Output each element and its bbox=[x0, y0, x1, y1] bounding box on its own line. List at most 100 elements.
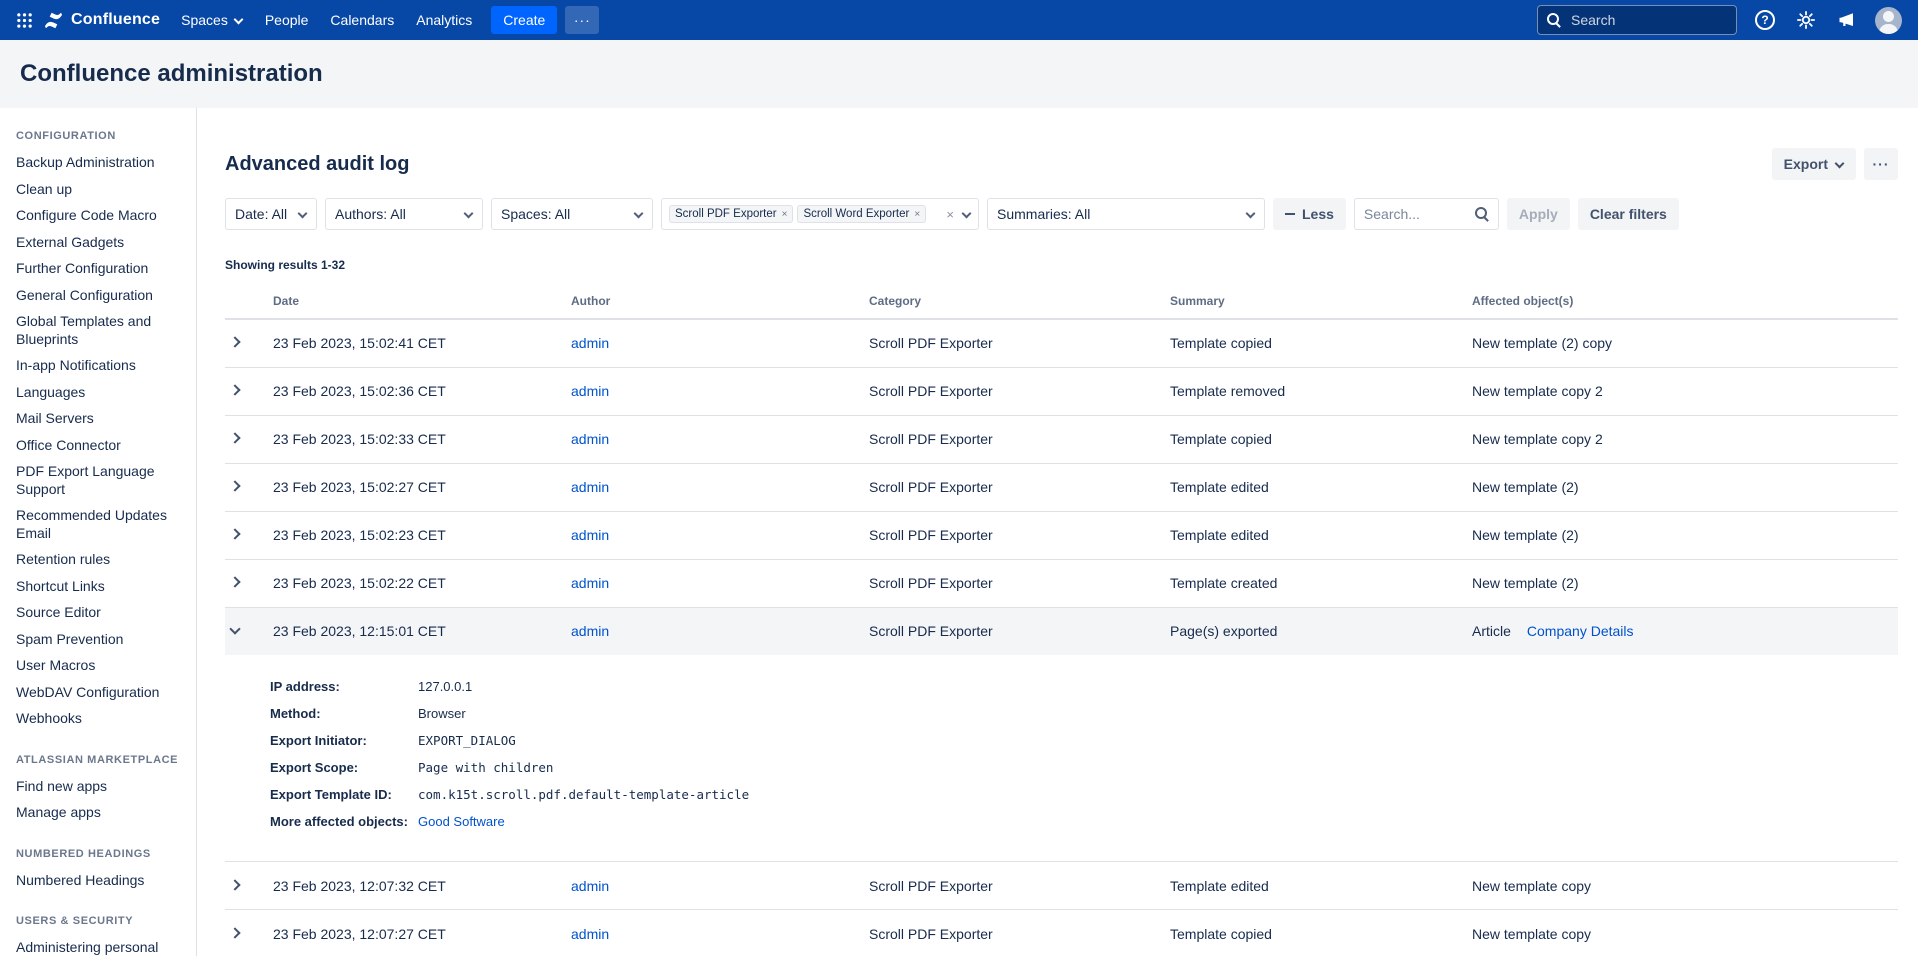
sidebar-item[interactable]: External Gadgets bbox=[16, 234, 182, 252]
author-link[interactable]: admin bbox=[571, 575, 609, 591]
expand-row-icon[interactable] bbox=[230, 529, 241, 540]
sidebar-item[interactable]: Further Configuration bbox=[16, 260, 182, 278]
announcements-icon[interactable] bbox=[1834, 7, 1860, 33]
sidebar-item[interactable]: Retention rules bbox=[16, 551, 182, 569]
author-link[interactable]: admin bbox=[571, 623, 609, 639]
date-filter[interactable]: Date: All bbox=[225, 198, 317, 230]
chevron-down-icon bbox=[634, 210, 643, 219]
cell-date: 23 Feb 2023, 15:02:36 CET bbox=[273, 367, 571, 415]
nav-item-analytics[interactable]: Analytics bbox=[405, 0, 483, 40]
author-link[interactable]: admin bbox=[571, 383, 609, 399]
sidebar-item[interactable]: Languages bbox=[16, 384, 182, 402]
export-button[interactable]: Export bbox=[1772, 148, 1856, 180]
nav-item-spaces[interactable]: Spaces bbox=[170, 0, 254, 40]
author-link[interactable]: admin bbox=[571, 878, 609, 894]
column-header: Author bbox=[571, 284, 869, 319]
cell-date: 23 Feb 2023, 12:07:32 CET bbox=[273, 862, 571, 910]
sidebar-item[interactable]: Find new apps bbox=[16, 778, 182, 796]
section-title: Advanced audit log bbox=[225, 153, 409, 176]
nav-search[interactable] bbox=[1537, 5, 1737, 35]
column-header-expand bbox=[225, 284, 273, 319]
clear-selection-icon[interactable]: × bbox=[946, 208, 954, 221]
expand-row-icon[interactable] bbox=[230, 481, 241, 492]
authors-filter[interactable]: Authors: All bbox=[325, 198, 483, 230]
expand-row-icon[interactable] bbox=[230, 337, 241, 348]
collapse-row-icon[interactable] bbox=[230, 625, 241, 636]
cell-category: Scroll PDF Exporter bbox=[869, 463, 1170, 511]
clear-filters-button[interactable]: Clear filters bbox=[1578, 198, 1679, 230]
sidebar-item[interactable]: Webhooks bbox=[16, 710, 182, 728]
help-icon[interactable]: ? bbox=[1752, 7, 1778, 33]
cell-category: Scroll PDF Exporter bbox=[869, 319, 1170, 367]
author-link[interactable]: admin bbox=[571, 479, 609, 495]
apply-button[interactable]: Apply bbox=[1507, 198, 1570, 230]
cell-summary: Template copied bbox=[1170, 319, 1472, 367]
cell-category: Scroll PDF Exporter bbox=[869, 862, 1170, 910]
more-affected-object-link[interactable]: Good Software bbox=[418, 814, 505, 829]
chevron-down-icon bbox=[298, 210, 307, 219]
cell-expand bbox=[225, 319, 273, 367]
author-link[interactable]: admin bbox=[571, 926, 609, 942]
sidebar-item[interactable]: In-app Notifications bbox=[16, 357, 182, 375]
app-switcher-icon[interactable] bbox=[10, 6, 39, 35]
cell-date: 23 Feb 2023, 15:02:27 CET bbox=[273, 463, 571, 511]
less-button[interactable]: Less bbox=[1273, 198, 1346, 230]
sidebar-section-heading: ATLASSIAN MARKETPLACE bbox=[16, 754, 182, 766]
expand-row-icon[interactable] bbox=[230, 385, 241, 396]
table-row: 23 Feb 2023, 15:02:36 CETadmin Scroll PDF… bbox=[225, 367, 1898, 415]
create-button[interactable]: Create bbox=[491, 6, 557, 34]
header-actions: Export ··· bbox=[1772, 148, 1898, 180]
affected-object-link[interactable]: Company Details bbox=[1527, 623, 1634, 639]
filter-tag: Scroll PDF Exporter× bbox=[669, 205, 793, 223]
sidebar-item[interactable]: Spam Prevention bbox=[16, 631, 182, 649]
categories-filter[interactable]: Scroll PDF Exporter×Scroll Word Exporter… bbox=[661, 198, 979, 230]
cell-category: Scroll PDF Exporter bbox=[869, 367, 1170, 415]
avatar[interactable] bbox=[1875, 7, 1902, 34]
sidebar-item[interactable]: PDF Export Language Support bbox=[16, 463, 182, 498]
cell-author: admin bbox=[571, 559, 869, 607]
sidebar-item[interactable]: Office Connector bbox=[16, 437, 182, 455]
spaces-filter[interactable]: Spaces: All bbox=[491, 198, 653, 230]
sidebar-item[interactable]: Source Editor bbox=[16, 604, 182, 622]
more-actions-button[interactable]: ··· bbox=[1864, 148, 1898, 180]
affected-object-label: New template copy bbox=[1472, 926, 1591, 942]
sidebar-item[interactable]: Recommended Updates Email bbox=[16, 507, 182, 542]
sidebar-item[interactable]: User Macros bbox=[16, 657, 182, 675]
sidebar-item[interactable]: Administering personal access tokens bbox=[16, 939, 182, 956]
cell-expand bbox=[225, 415, 273, 463]
sidebar-item[interactable]: Backup Administration bbox=[16, 154, 182, 172]
nav-item-label: People bbox=[265, 12, 309, 28]
detail-value: EXPORT_DIALOG bbox=[418, 727, 516, 754]
sidebar-item[interactable]: Global Templates and Blueprints bbox=[16, 313, 182, 348]
author-link[interactable]: admin bbox=[571, 527, 609, 543]
table-row: 23 Feb 2023, 12:07:27 CETadminScroll PDF… bbox=[225, 910, 1898, 956]
table-row: 23 Feb 2023, 15:02:22 CETadminScroll PDF… bbox=[225, 559, 1898, 607]
confluence-logo[interactable]: Confluence bbox=[39, 10, 170, 31]
nav-more-button[interactable]: ··· bbox=[565, 6, 599, 34]
sidebar-item[interactable]: Manage apps bbox=[16, 804, 182, 822]
expand-row-icon[interactable] bbox=[230, 577, 241, 588]
remove-tag-icon[interactable]: × bbox=[914, 209, 920, 220]
sidebar-item[interactable]: Clean up bbox=[16, 181, 182, 199]
sidebar-item[interactable]: Shortcut Links bbox=[16, 578, 182, 596]
confluence-wordmark: Confluence bbox=[71, 11, 160, 29]
author-link[interactable]: admin bbox=[571, 431, 609, 447]
expand-row-icon[interactable] bbox=[230, 880, 241, 891]
question-mark-glyph: ? bbox=[1755, 10, 1775, 30]
nav-search-input[interactable] bbox=[1569, 11, 1727, 29]
expand-row-icon[interactable] bbox=[230, 928, 241, 939]
settings-gear-icon[interactable] bbox=[1793, 7, 1819, 33]
sidebar-item[interactable]: Configure Code Macro bbox=[16, 207, 182, 225]
nav-item-calendars[interactable]: Calendars bbox=[319, 0, 405, 40]
author-link[interactable]: admin bbox=[571, 335, 609, 351]
sidebar-item[interactable]: Mail Servers bbox=[16, 410, 182, 428]
nav-item-people[interactable]: People bbox=[254, 0, 320, 40]
sidebar-item[interactable]: WebDAV Configuration bbox=[16, 684, 182, 702]
expand-row-icon[interactable] bbox=[230, 433, 241, 444]
sidebar-item[interactable]: Numbered Headings bbox=[16, 872, 182, 890]
summaries-filter[interactable]: Summaries: All bbox=[987, 198, 1265, 230]
remove-tag-icon[interactable]: × bbox=[782, 209, 788, 220]
sidebar-item[interactable]: General Configuration bbox=[16, 287, 182, 305]
app-root: Confluence Spaces People CalendarsAnalytic… bbox=[0, 0, 1918, 956]
page-header: Confluence administration bbox=[0, 40, 1918, 108]
